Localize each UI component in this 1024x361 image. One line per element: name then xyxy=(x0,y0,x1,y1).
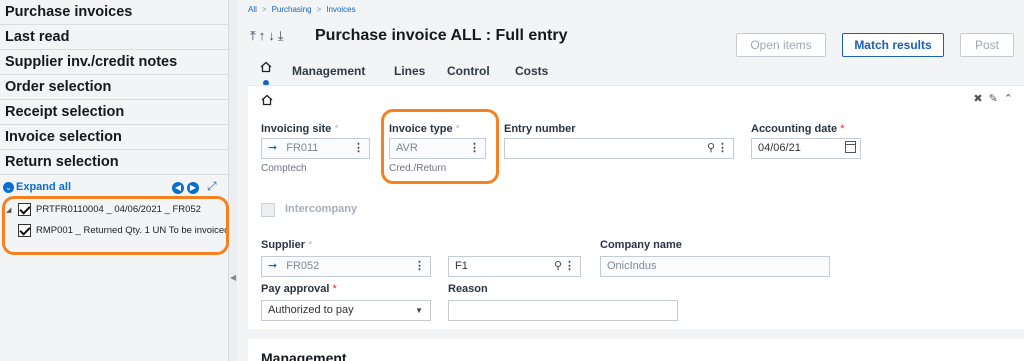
section-title: Management xyxy=(261,350,347,361)
first-record-icon[interactable]: ⤒ xyxy=(250,28,259,43)
calendar-icon[interactable] xyxy=(845,141,856,153)
management-section: Management xyxy=(248,339,1024,361)
panel-collapse-handle[interactable]: ◀ xyxy=(229,0,237,361)
tab-management[interactable]: Management xyxy=(292,64,365,78)
intercompany-checkbox[interactable] xyxy=(261,203,275,217)
invoicing-site-field[interactable]: ➞ FR011 ⋮ xyxy=(261,138,370,159)
kebab-menu-icon[interactable]: ⋮ xyxy=(414,257,425,276)
company-name-label: Company name xyxy=(600,239,682,251)
last-record-icon[interactable]: ⤓ xyxy=(278,28,287,43)
company-name-field[interactable]: OnicIndus xyxy=(600,256,830,277)
header-section: ✖✎⌃ Invoicing site * ➞ FR011 ⋮ Comptech In… xyxy=(248,85,1024,329)
reason-label: Reason xyxy=(448,283,488,295)
expand-row: ⌄ Expand all ◀ ▶ ⤢ xyxy=(0,179,229,195)
breadcrumb-item[interactable]: Invoices xyxy=(326,5,355,14)
nav-receipt-selection[interactable]: Receipt selection xyxy=(0,100,228,125)
invoicing-site-label: Invoicing site * xyxy=(261,123,339,135)
entry-number-field[interactable]: ⚲ ⋮ xyxy=(504,138,734,159)
next-icon[interactable]: ▶ xyxy=(187,182,199,194)
home-icon xyxy=(261,94,273,106)
tab-costs[interactable]: Costs xyxy=(515,64,548,78)
accounting-date-field[interactable]: 04/06/21 xyxy=(751,138,861,159)
intercompany-label: Intercompany xyxy=(285,203,358,215)
left-panel: Purchase invoices Last read Supplier inv… xyxy=(0,0,229,361)
open-items-button[interactable]: Open items xyxy=(736,33,826,57)
nav-supplier-inv-credit-notes[interactable]: Supplier inv./credit notes xyxy=(0,50,228,75)
tab-control[interactable]: Control xyxy=(447,64,490,78)
nav-return-selection[interactable]: Return selection xyxy=(0,150,228,175)
nav-last-read[interactable]: Last read xyxy=(0,25,228,50)
pay-approval-label: Pay approval * xyxy=(261,283,337,295)
expand-all-link[interactable]: Expand all xyxy=(16,181,71,193)
link-arrow-icon[interactable]: ➞ xyxy=(268,142,277,154)
record-navigation: ⤒↑↓⤓ xyxy=(250,28,287,44)
expand-circle-icon[interactable]: ⌄ xyxy=(3,182,14,193)
nav-invoice-selection[interactable]: Invoice selection xyxy=(0,125,228,150)
chevron-down-icon: ▼ xyxy=(415,306,423,315)
breadcrumb: All > Purchasing > Invoices xyxy=(248,5,356,14)
supplier-code-field[interactable]: F1 ⚲ ⋮ xyxy=(448,256,581,277)
breadcrumb-item[interactable]: Purchasing xyxy=(272,5,312,14)
match-results-button[interactable]: Match results xyxy=(842,33,944,57)
search-icon[interactable]: ⚲ xyxy=(707,139,715,158)
post-button[interactable]: Post xyxy=(960,33,1014,57)
collapse-left-icon[interactable]: ◀ xyxy=(230,273,236,282)
chevron-up-icon[interactable]: ⌃ xyxy=(1004,93,1019,105)
supplier-label: Supplier * xyxy=(261,239,313,251)
section-tools: ✖✎⌃ xyxy=(973,92,1019,105)
nav-order-selection[interactable]: Order selection xyxy=(0,75,228,100)
previous-record-icon[interactable]: ↑ xyxy=(259,28,269,43)
link-arrow-icon[interactable]: ➞ xyxy=(268,260,277,272)
breadcrumb-item[interactable]: All xyxy=(248,5,257,14)
home-icon xyxy=(260,61,272,73)
tab-lines[interactable]: Lines xyxy=(394,64,425,78)
kebab-menu-icon[interactable]: ⋮ xyxy=(717,139,728,158)
page-title: Purchase invoice ALL : Full entry xyxy=(315,27,568,44)
kebab-menu-icon[interactable]: ⋮ xyxy=(353,139,364,158)
highlight-box xyxy=(381,109,499,184)
pay-approval-select[interactable]: Authorized to pay ▼ xyxy=(261,300,431,321)
entry-number-label: Entry number xyxy=(504,123,576,135)
prev-icon[interactable]: ◀ xyxy=(172,182,184,194)
search-icon[interactable]: ⚲ xyxy=(554,257,562,276)
tab-home[interactable] xyxy=(259,60,273,86)
highlight-box xyxy=(2,196,229,255)
nav-purchase-invoices[interactable]: Purchase invoices xyxy=(0,0,228,25)
pin-icon[interactable]: ✖ xyxy=(973,93,988,105)
reason-field[interactable] xyxy=(448,300,678,321)
next-record-icon[interactable]: ↓ xyxy=(268,28,278,43)
fullscreen-icon[interactable]: ⤢ xyxy=(207,179,217,194)
pencil-icon[interactable]: ✎ xyxy=(989,93,1004,105)
invoicing-site-description: Comptech xyxy=(261,163,307,174)
kebab-menu-icon[interactable]: ⋮ xyxy=(564,257,575,276)
main-area: All > Purchasing > Invoices ⤒↑↓⤓ Purchase in… xyxy=(237,0,1024,361)
supplier-field[interactable]: ➞ FR052 ⋮ xyxy=(261,256,431,277)
accounting-date-label: Accounting date * xyxy=(751,123,845,135)
